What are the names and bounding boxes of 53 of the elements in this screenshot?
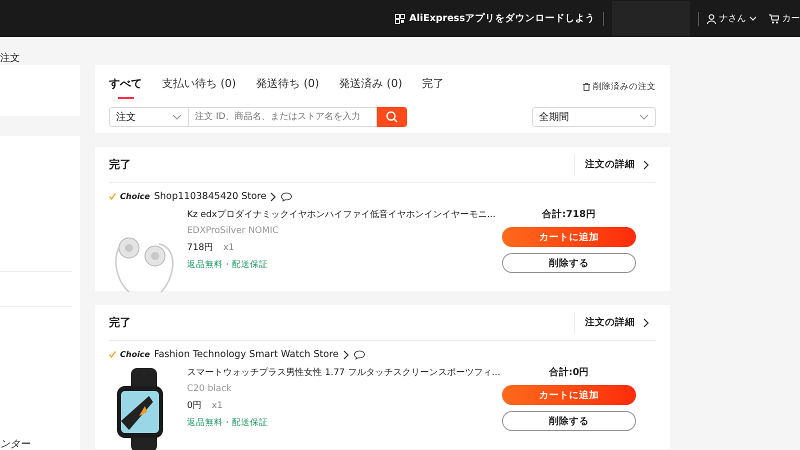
order-total: 合計:0円	[548, 366, 590, 379]
qr-code-icon	[395, 14, 406, 24]
search-button[interactable]	[377, 107, 407, 127]
chevron-right-icon	[643, 160, 650, 170]
order-tab[interactable]: 発送済み (0)	[339, 76, 402, 98]
order-details-link[interactable]: 注文の詳細	[574, 312, 656, 334]
choice-label: Choice	[120, 350, 150, 359]
delete-button[interactable]: 削除する	[502, 411, 636, 431]
order-tab[interactable]: 支払い待ち (0)	[162, 76, 236, 98]
order-tab[interactable]: すべて	[109, 76, 142, 98]
store-link[interactable]: Shop1103845420 Store	[154, 191, 266, 202]
delete-button[interactable]: 削除する	[502, 253, 636, 273]
store-link[interactable]: Fashion Technology Smart Watch Store	[154, 349, 339, 360]
choice-label: Choice	[120, 192, 150, 201]
order-type-dropdown[interactable]: 注文	[109, 107, 189, 127]
product-variant: C20 black	[187, 384, 232, 394]
period-dropdown[interactable]: 全期間	[532, 107, 656, 127]
guarantee-label: 返品無料・配送保証	[187, 259, 269, 271]
chevron-right-icon	[270, 192, 278, 202]
sidebar-item[interactable]: ンター	[0, 437, 80, 450]
deleted-orders-link[interactable]: 削除済みの注文	[583, 81, 656, 93]
order-details-link[interactable]: 注文の詳細	[574, 154, 656, 176]
order-tab[interactable]: 完了	[422, 76, 444, 98]
checkmark-icon	[109, 351, 116, 358]
chevron-down-icon	[639, 114, 649, 120]
chevron-right-icon	[643, 318, 650, 328]
account-menu[interactable]: ナさん	[707, 12, 757, 25]
order-status: 完了	[109, 315, 131, 330]
product-price: 0円	[187, 400, 202, 412]
order-total: 合計:718円	[542, 208, 596, 221]
cart-icon	[769, 14, 779, 24]
order-tab[interactable]: 発送待ち (0)	[256, 76, 320, 98]
trash-icon	[583, 83, 590, 91]
product-title[interactable]: Kz edxプロダイナミックイヤホンハイファイ低音イヤホンインイヤーモニ...	[187, 208, 502, 221]
user-icon	[707, 14, 716, 24]
product-variant: EDXProSilver NOMIC	[187, 226, 280, 236]
product-price: 718円	[187, 242, 214, 254]
order-status: 完了	[109, 157, 131, 172]
chat-icon[interactable]	[281, 192, 292, 202]
chevron-down-icon	[749, 16, 757, 21]
search-icon	[386, 111, 398, 123]
checkmark-icon	[109, 193, 116, 200]
breadcrumb[interactable]: 注文	[0, 53, 20, 64]
product-title[interactable]: スマートウォッチプラス男性女性 1.77 フルタッチスクリーンスポーツフィ...	[187, 366, 502, 379]
cart-link[interactable]: カー	[769, 12, 800, 25]
product-quantity: x1	[223, 243, 234, 253]
chevron-right-icon	[342, 350, 350, 360]
search-field[interactable]: 注文 ID、商品名、またはストア名を入力	[189, 107, 377, 127]
chevron-down-icon	[172, 114, 182, 120]
guarantee-label: 返品無料・配送保証	[187, 417, 269, 429]
chat-icon[interactable]	[354, 350, 365, 360]
app-download-link[interactable]: AliExpressアプリをダウンロードしよう	[409, 12, 595, 25]
product-quantity: x1	[212, 401, 223, 411]
